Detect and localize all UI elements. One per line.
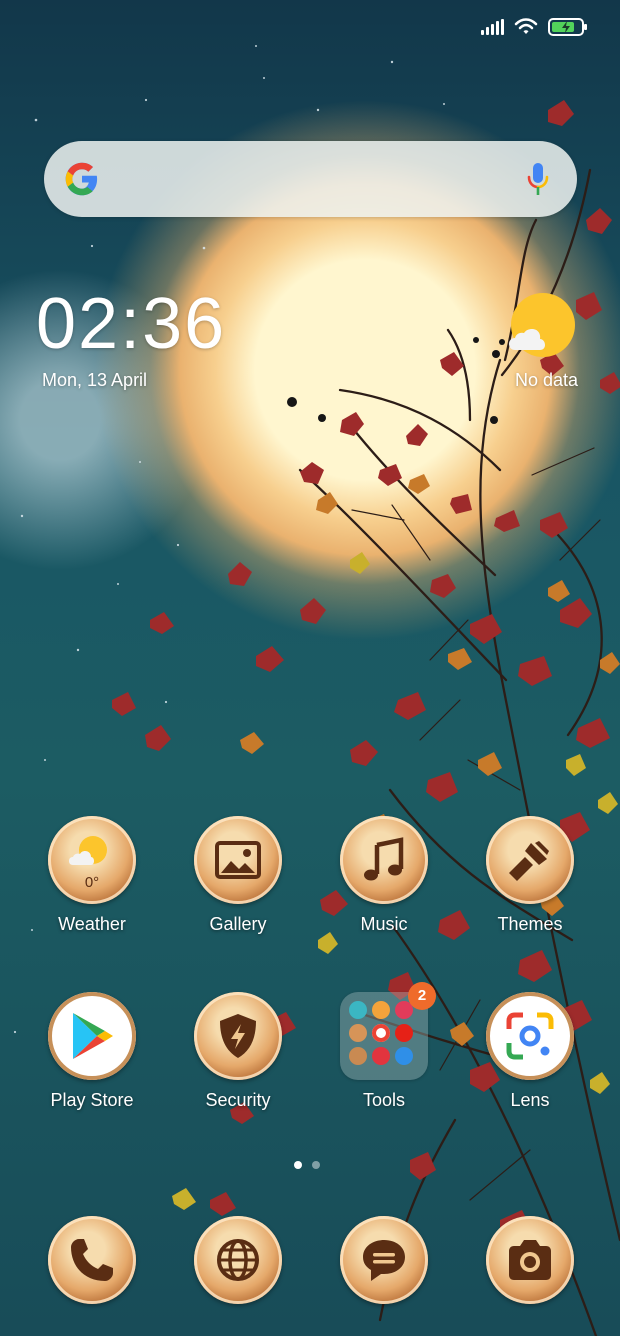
page-dot[interactable] xyxy=(312,1161,320,1169)
app-label: Security xyxy=(205,1090,271,1110)
themes-glyph xyxy=(509,841,549,881)
page-indicator[interactable] xyxy=(294,1161,320,1169)
page-dot-active[interactable] xyxy=(294,1161,302,1169)
app-label: Gallery xyxy=(209,914,267,934)
mini-app-icon xyxy=(372,1047,390,1065)
notification-badge: 2 xyxy=(408,982,436,1010)
mini-app-icon xyxy=(372,1024,390,1042)
wifi-icon xyxy=(514,18,538,34)
app-label: Themes xyxy=(497,914,563,934)
play-store-icon xyxy=(48,992,136,1080)
dock-phone[interactable] xyxy=(22,1216,162,1304)
folder-icon: 2 xyxy=(340,982,436,1080)
weather-temperature: 0° xyxy=(84,874,100,891)
cellular-signal-icon xyxy=(481,19,504,35)
dock-camera[interactable] xyxy=(460,1216,600,1304)
app-label: Lens xyxy=(510,1090,550,1110)
app-themes[interactable]: Themes xyxy=(460,816,600,935)
camera-icon xyxy=(486,1216,574,1304)
browser-globe-icon xyxy=(194,1216,282,1304)
mini-app-icon xyxy=(349,1001,367,1019)
paintbrush-icon xyxy=(486,816,574,904)
app-lens[interactable]: Lens xyxy=(460,992,600,1111)
folder-preview xyxy=(349,1001,413,1065)
mini-app-icon xyxy=(395,1047,413,1065)
clock-date: Mon, 13 April xyxy=(42,370,148,390)
weather-icon: 0° xyxy=(48,816,136,904)
music-note-icon xyxy=(340,816,428,904)
app-label: Weather xyxy=(58,914,126,934)
battery-charging-icon xyxy=(548,18,587,36)
google-lens-icon xyxy=(486,992,574,1080)
messages-glyph xyxy=(363,1240,405,1281)
messages-icon xyxy=(340,1216,428,1304)
mini-app-icon xyxy=(349,1047,367,1065)
clock-time[interactable]: 02:36 xyxy=(36,288,226,360)
gallery-icon xyxy=(194,816,282,904)
security-glyph xyxy=(220,1014,256,1058)
camera-glyph xyxy=(509,1240,551,1280)
app-gallery[interactable]: Gallery xyxy=(168,816,308,935)
security-shield-icon xyxy=(194,992,282,1080)
folder-tools[interactable]: 2 Tools xyxy=(314,982,454,1111)
mini-app-icon xyxy=(395,1024,413,1042)
gallery-glyph xyxy=(215,841,261,879)
dock-messages[interactable] xyxy=(314,1216,454,1304)
phone-icon xyxy=(48,1216,136,1304)
weather-status: No data xyxy=(514,370,578,390)
google-search-bar[interactable] xyxy=(44,141,577,217)
lens-glyph xyxy=(506,1012,554,1060)
microphone-icon[interactable] xyxy=(527,162,549,196)
mini-app-icon xyxy=(349,1024,367,1042)
music-glyph xyxy=(364,837,404,881)
phone-glyph xyxy=(71,1239,113,1281)
app-play-store[interactable]: Play Store xyxy=(22,992,162,1111)
sun-cloud-icon[interactable] xyxy=(507,292,577,362)
app-label: Music xyxy=(360,914,408,934)
app-label: Tools xyxy=(362,1090,406,1110)
charging-bolt-icon xyxy=(562,21,570,33)
app-security[interactable]: Security xyxy=(168,992,308,1111)
app-label: Play Store xyxy=(50,1090,134,1110)
browser-glyph xyxy=(217,1239,259,1281)
app-weather[interactable]: 0° Weather xyxy=(22,816,162,935)
google-g-icon xyxy=(65,162,98,196)
status-bar xyxy=(481,18,587,36)
mini-app-icon xyxy=(372,1001,390,1019)
dock-browser[interactable] xyxy=(168,1216,308,1304)
app-music[interactable]: Music xyxy=(314,816,454,935)
play-store-glyph xyxy=(73,1013,113,1059)
